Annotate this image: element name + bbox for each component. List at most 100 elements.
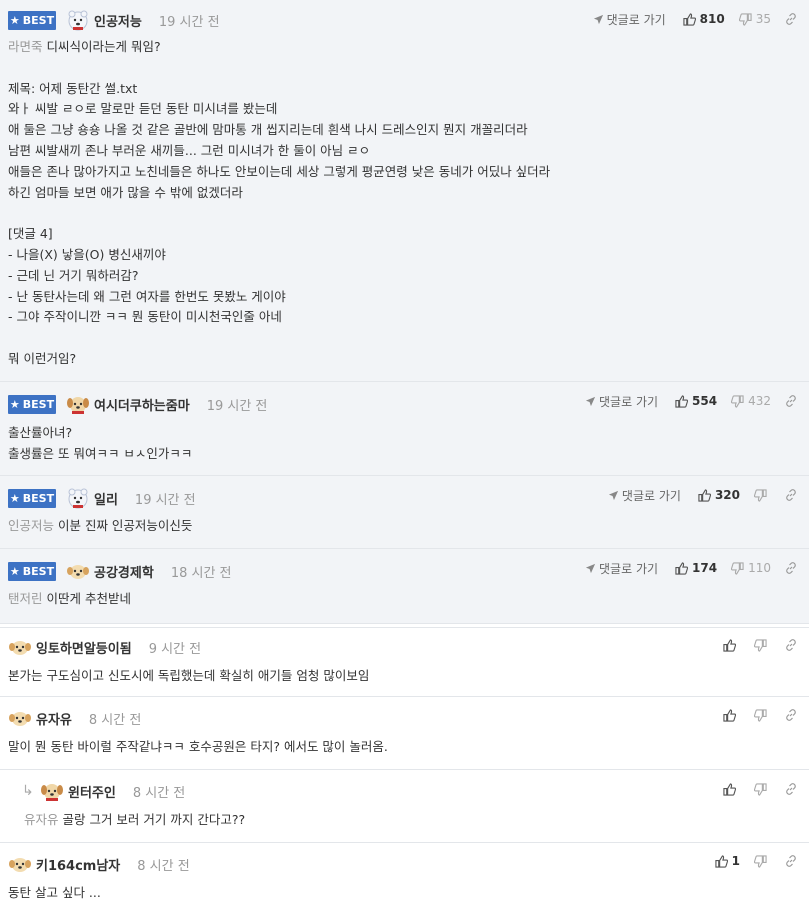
comment-line: 동탄 살고 싶다 ... bbox=[8, 885, 101, 900]
nickname[interactable]: 잉토하면알등이됨 bbox=[36, 638, 132, 657]
comment-body: 유자유 골랑 그거 보러 거기 까지 간다고?? bbox=[24, 810, 245, 831]
dislike-button[interactable] bbox=[754, 854, 771, 868]
comment-line: 이딴게 추천받네 bbox=[42, 591, 131, 606]
comment-line: 와ㅏ 씨발 ㄹㅇ로 말로만 듣던 동탄 미시녀를 봤는데 bbox=[8, 101, 278, 117]
dislike-button[interactable] bbox=[754, 488, 771, 502]
comment-actions: 1 bbox=[715, 851, 809, 871]
comment-actions bbox=[723, 779, 809, 799]
comment: 유자유 8 시간 전 말이 뭔 동탄 바이럴 주작같냐ㅋㅋ 호수공원은 타지? … bbox=[0, 697, 809, 770]
like-button[interactable]: 554 bbox=[675, 394, 717, 408]
like-button[interactable]: 1 bbox=[715, 854, 740, 868]
thumbs-down-icon bbox=[754, 488, 767, 502]
avatar-puppy[interactable] bbox=[66, 560, 90, 582]
link-icon[interactable] bbox=[785, 562, 799, 574]
thumbs-up-icon bbox=[723, 708, 736, 722]
nickname[interactable]: 공강경제학 bbox=[94, 562, 154, 581]
thumbs-up-icon bbox=[698, 488, 711, 502]
comment-body: 말이 뭔 동탄 바이럴 주작같냐ㅋㅋ 호수공원은 타지? 에서도 많이 놀러옴. bbox=[8, 737, 388, 758]
avatar-dog[interactable] bbox=[40, 780, 64, 802]
comment-body: 본가는 구도심이고 신도시에 독립했는데 확실히 애기들 엄청 많이보임 bbox=[8, 666, 369, 687]
nickname[interactable]: 유자유 bbox=[36, 709, 72, 728]
nickname[interactable]: 인공저능 bbox=[94, 11, 142, 30]
link-icon[interactable] bbox=[785, 395, 799, 407]
comment-line: 하긴 엄마들 보면 애가 많을 수 밖에 없겠더라 bbox=[8, 184, 243, 200]
comment-header: ★ BEST 여시더쿠하는줌마 19 시간 전 bbox=[8, 393, 267, 415]
nickname[interactable]: 일리 bbox=[94, 489, 118, 508]
thumbs-up-icon bbox=[675, 561, 689, 575]
dislike-button[interactable]: 432 bbox=[731, 394, 771, 408]
comment-header: ★ BEST 공강경제학 18 시간 전 bbox=[8, 560, 232, 582]
mention[interactable]: 탠저린 bbox=[8, 591, 43, 606]
thumbs-up-icon bbox=[723, 782, 736, 796]
nickname[interactable]: 여시더쿠하는줌마 bbox=[94, 395, 190, 414]
like-button[interactable] bbox=[723, 638, 740, 652]
thumbs-down-icon bbox=[731, 561, 744, 575]
nickname[interactable]: 윈터주인 bbox=[68, 782, 116, 801]
thumbs-down-icon bbox=[738, 12, 752, 26]
link-icon[interactable] bbox=[785, 639, 799, 651]
avatar-puppy[interactable] bbox=[8, 853, 32, 875]
link-icon[interactable] bbox=[785, 709, 799, 721]
link-icon[interactable] bbox=[785, 855, 799, 867]
goto-comment-button[interactable]: 댓글로 가기 bbox=[585, 393, 658, 410]
like-button[interactable]: 174 bbox=[675, 561, 717, 575]
timestamp: 9 시간 전 bbox=[148, 641, 202, 657]
thumbs-up-icon bbox=[683, 12, 696, 26]
goto-comment-button[interactable]: 댓글로 가기 bbox=[608, 487, 681, 504]
comment-actions: 댓글로 가기 554 432 bbox=[585, 391, 809, 411]
comment-actions: 댓글로 가기 174 110 bbox=[585, 558, 809, 578]
mention[interactable]: 인공저능 bbox=[8, 518, 54, 533]
like-button[interactable]: 320 bbox=[698, 488, 740, 502]
comment-line: 제목: 어제 동탄간 썰.txt bbox=[8, 80, 138, 96]
comment: 키164cm남자 8 시간 전 1 동탄 살고 싶다 ... bbox=[0, 843, 809, 915]
mention[interactable]: 라면죽 bbox=[8, 39, 43, 54]
comment-body: 출산률아녀? 출생률은 또 뭐여ㅋㅋ ㅂㅅ인가ㅋㅋ bbox=[8, 423, 192, 465]
timestamp: 18 시간 전 bbox=[170, 565, 232, 581]
comment-body: 라면죽 디씨식이라는게 뭐임? 제목: 어제 동탄간 썰.txt 와ㅏ 씨발 ㄹ… bbox=[8, 37, 550, 370]
comment-line: 뭐 이런거임? bbox=[8, 350, 77, 366]
comment-body: 인공저능 이분 진짜 인공저능이신듯 bbox=[8, 516, 192, 537]
send-icon bbox=[608, 490, 619, 500]
comment-header: 윈터주인 8 시간 전 bbox=[40, 780, 185, 802]
comment-header: ★ BEST 인공저능 19 시간 전 bbox=[8, 9, 220, 31]
timestamp: 19 시간 전 bbox=[206, 398, 268, 414]
send-icon bbox=[585, 396, 596, 406]
timestamp: 19 시간 전 bbox=[134, 492, 196, 508]
dislike-button[interactable]: 35 bbox=[738, 12, 771, 26]
avatar-puppy[interactable] bbox=[8, 636, 32, 658]
comment-header: ★ BEST 일리 19 시간 전 bbox=[8, 487, 196, 509]
dislike-button[interactable] bbox=[754, 782, 771, 796]
like-button[interactable]: 810 bbox=[683, 12, 725, 26]
like-button[interactable] bbox=[723, 782, 740, 796]
send-icon bbox=[585, 563, 596, 573]
thumbs-up-icon bbox=[715, 854, 728, 868]
avatar-bear[interactable] bbox=[66, 9, 90, 31]
comment-line: [댓글 4] bbox=[8, 226, 53, 242]
avatar-dog[interactable] bbox=[66, 393, 90, 415]
comment-line: 애 둘은 그냥 숑숑 나올 것 같은 골반에 맘마통 개 씹지리는데 흰색 나시… bbox=[8, 122, 528, 138]
timestamp: 8 시간 전 bbox=[88, 712, 142, 728]
dislike-button[interactable]: 110 bbox=[731, 561, 771, 575]
timestamp: 8 시간 전 bbox=[132, 785, 186, 801]
link-icon[interactable] bbox=[785, 783, 799, 795]
dislike-button[interactable] bbox=[754, 708, 771, 722]
thumbs-down-icon bbox=[754, 854, 767, 868]
link-icon[interactable] bbox=[785, 489, 799, 501]
like-button[interactable] bbox=[723, 708, 740, 722]
comment-best-2: ★ BEST 여시더쿠하는줌마 19 시간 전 댓글로 가기 554 432 출산… bbox=[0, 382, 809, 476]
comment-line: - 그야 주작이니깐 ㅋㅋ 뭔 동탄이 미시천국인줄 아네 bbox=[8, 309, 282, 325]
goto-comment-button[interactable]: 댓글로 가기 bbox=[593, 11, 666, 28]
goto-comment-button[interactable]: 댓글로 가기 bbox=[585, 560, 658, 577]
avatar-puppy[interactable] bbox=[8, 707, 32, 729]
avatar-bear[interactable] bbox=[66, 487, 90, 509]
dislike-button[interactable] bbox=[754, 638, 771, 652]
comment-line: 애들은 존나 많아가지고 노친네들은 하나도 안보이는데 세상 그렇게 평균연령… bbox=[8, 163, 551, 179]
thumbs-down-icon bbox=[754, 782, 767, 796]
thumbs-down-icon bbox=[754, 638, 767, 652]
comment-reply: ↳ 윈터주인 8 시간 전 유자유 골랑 그거 보러 거기 까지 간다고?? bbox=[0, 770, 809, 843]
mention[interactable]: 유자유 bbox=[24, 812, 59, 827]
nickname[interactable]: 키164cm남자 bbox=[36, 855, 120, 874]
link-icon[interactable] bbox=[785, 13, 799, 25]
comment-line: 디씨식이라는게 뭐임? bbox=[42, 39, 161, 54]
comment-header: 유자유 8 시간 전 bbox=[8, 707, 141, 729]
